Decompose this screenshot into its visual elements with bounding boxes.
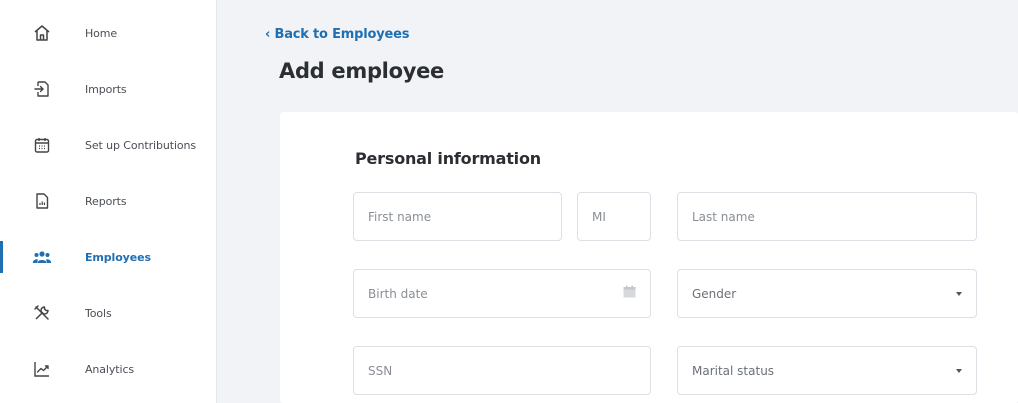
- page-title: Add employee: [279, 59, 444, 83]
- sidebar-item-analytics[interactable]: Analytics: [0, 349, 216, 389]
- marital-status-select[interactable]: Marital status: [677, 346, 977, 395]
- sidebar-item-label: Reports: [85, 194, 127, 208]
- sidebar-item-reports[interactable]: Reports: [0, 181, 216, 221]
- section-title: Personal information: [355, 149, 541, 168]
- sidebar-item-employees[interactable]: Employees: [0, 237, 216, 277]
- gender-select[interactable]: Gender: [677, 269, 977, 318]
- home-icon: [31, 22, 53, 44]
- back-to-employees-link[interactable]: ‹ Back to Employees: [265, 27, 409, 42]
- sidebar-item-tools[interactable]: Tools: [0, 293, 216, 333]
- last-name-field[interactable]: [677, 192, 977, 241]
- marital-status-select-value: Marital status: [692, 363, 775, 378]
- sidebar-item-label: Employees: [85, 250, 151, 264]
- sidebar-item-label: Home: [85, 26, 118, 40]
- birth-date-field[interactable]: [353, 269, 651, 318]
- calendar-icon: [31, 134, 53, 156]
- sidebar-item-imports[interactable]: Imports: [0, 69, 216, 109]
- import-icon: [31, 78, 53, 100]
- main-content: ‹ Back to Employees Add employee Persona…: [217, 0, 1018, 403]
- last-name-input[interactable]: [678, 193, 976, 240]
- sidebar-item-label: Imports: [85, 82, 127, 96]
- ssn-field[interactable]: [353, 346, 651, 395]
- sidebar-item-label: Tools: [85, 306, 112, 320]
- ssn-input[interactable]: [354, 347, 650, 394]
- first-name-input[interactable]: [354, 193, 561, 240]
- sidebar: Home Imports Set up Contributions Report…: [0, 0, 217, 403]
- middle-initial-input[interactable]: [578, 193, 650, 240]
- sidebar-item-set-up-contributions[interactable]: Set up Contributions: [0, 125, 216, 165]
- people-icon: [31, 246, 53, 268]
- personal-information-card: Personal information Gender Marital stat: [280, 112, 1018, 403]
- sidebar-item-label: Set up Contributions: [85, 138, 197, 152]
- chevron-down-icon[interactable]: [956, 291, 962, 296]
- analytics-icon: [31, 358, 53, 380]
- calendar-icon[interactable]: [623, 285, 636, 303]
- sidebar-item-home[interactable]: Home: [0, 13, 216, 53]
- sidebar-item-label: Analytics: [85, 362, 135, 376]
- gender-select-value: Gender: [692, 286, 737, 301]
- chevron-down-icon[interactable]: [956, 368, 962, 373]
- report-icon: [31, 190, 53, 212]
- tools-icon: [31, 302, 53, 324]
- birth-date-input[interactable]: [354, 270, 650, 317]
- middle-initial-field[interactable]: [577, 192, 651, 241]
- first-name-field[interactable]: [353, 192, 562, 241]
